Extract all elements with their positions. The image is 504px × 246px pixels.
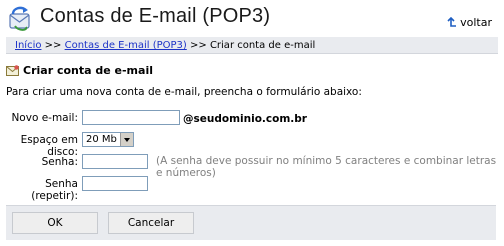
section-title: Criar conta de e-mail — [6, 64, 153, 77]
breadcrumb-current: Criar conta de e-mail — [209, 40, 316, 51]
page-title: Contas de E-mail (POP3) — [40, 5, 271, 27]
domain-suffix: @seudominio.com.br — [183, 113, 307, 125]
password-hint: (A senha deve possuir no mínimo 5 caract… — [156, 155, 497, 179]
password-repeat-label: Senha (repetir): — [31, 178, 78, 202]
back-arrow-icon — [447, 16, 457, 27]
cancel-button[interactable]: Cancelar — [108, 212, 194, 234]
breadcrumb: Início >> Contas de E-mail (POP3) >> Cri… — [6, 37, 498, 54]
email-field[interactable] — [82, 110, 180, 125]
breadcrumb-separator: >> — [44, 40, 62, 51]
envelope-icon — [6, 65, 19, 76]
ok-button[interactable]: OK — [12, 212, 98, 234]
breadcrumb-home[interactable]: Início — [15, 40, 41, 51]
email-label: Novo e-mail: — [11, 112, 78, 124]
back-link[interactable]: voltar — [446, 16, 492, 29]
back-label: voltar — [460, 16, 492, 29]
password-label: Senha: — [41, 156, 78, 168]
email-accounts-icon — [9, 6, 30, 31]
disk-space-label: Espaço em disco: — [20, 134, 78, 158]
breadcrumb-separator: >> — [189, 40, 207, 51]
chevron-down-icon[interactable] — [120, 133, 133, 146]
breadcrumb-email-accounts[interactable]: Contas de E-mail (POP3) — [65, 40, 187, 51]
section-title-label: Criar conta de e-mail — [23, 64, 153, 77]
password-repeat-field[interactable] — [82, 176, 148, 191]
page-header: Contas de E-mail (POP3) voltar — [0, 0, 504, 36]
disk-space-value: 20 Mb — [86, 134, 117, 145]
password-field[interactable] — [82, 154, 148, 169]
form-intro: Para criar uma nova conta de e-mail, pre… — [6, 86, 362, 98]
disk-space-select[interactable]: 20 Mb — [82, 132, 134, 147]
